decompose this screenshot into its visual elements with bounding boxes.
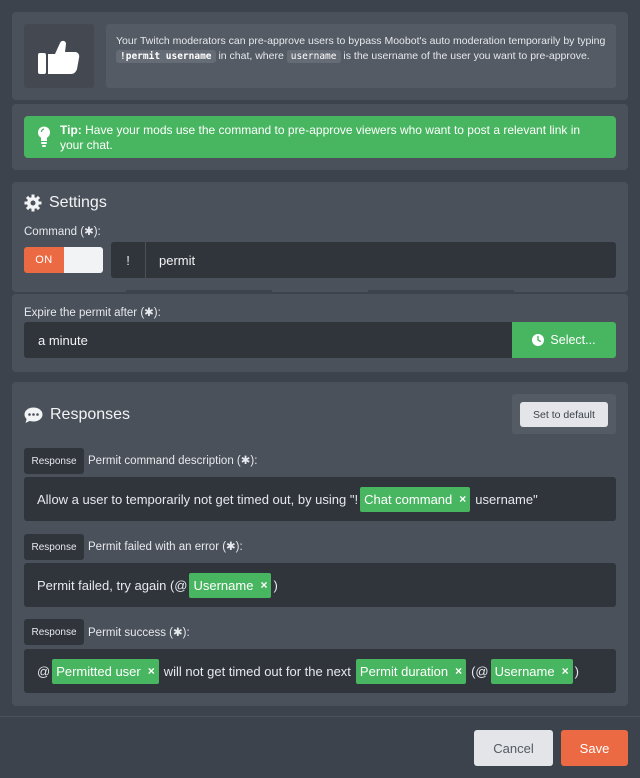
command-toggle[interactable]: ON xyxy=(24,247,103,273)
response-tag: Response xyxy=(24,534,84,560)
thumbs-up-icon xyxy=(24,24,94,88)
cancel-button[interactable]: Cancel xyxy=(474,730,553,766)
variable-chip[interactable]: Chat command × xyxy=(360,486,471,512)
default-button-wrapper: Set to default xyxy=(512,394,616,434)
response-label: Permit failed with an error (✱): xyxy=(88,541,243,553)
responses-heading: Responses xyxy=(24,406,130,424)
tip-panel: Tip: Have your mods use the command to p… xyxy=(12,104,628,170)
select-button[interactable]: Select... xyxy=(512,322,616,358)
select-label: Select... xyxy=(550,333,596,347)
close-icon[interactable]: × xyxy=(148,664,155,678)
response-text: @ xyxy=(37,663,51,679)
expire-input[interactable]: a minute xyxy=(24,322,512,358)
settings-title: Settings xyxy=(49,194,107,211)
save-button[interactable]: Save xyxy=(561,730,628,766)
variable-chip[interactable]: Permit duration × xyxy=(355,658,467,684)
chip-label: Chat command xyxy=(364,491,453,507)
response-text: username" xyxy=(475,491,538,507)
clock-icon xyxy=(532,334,545,346)
response-text: ) xyxy=(273,577,278,593)
command-value: permit xyxy=(159,252,196,268)
response-description-input[interactable]: Allow a user to temporarily not get time… xyxy=(24,477,616,521)
lightbulb-icon xyxy=(38,126,50,147)
response-label: Permit success (✱): xyxy=(88,627,190,639)
tip-label: Tip: xyxy=(60,123,82,137)
response-tag: Response xyxy=(24,619,84,645)
response-text: (@ xyxy=(471,663,489,679)
toggle-knob xyxy=(64,247,103,273)
expire-panel: Expire the permit after (✱): a minute Se… xyxy=(12,294,628,372)
responses-title: Responses xyxy=(50,406,131,423)
response-text: Permit failed, try again (@ xyxy=(37,577,188,593)
intro-panel: Your Twitch moderators can pre-approve u… xyxy=(12,12,628,100)
footer-divider xyxy=(0,716,640,717)
toggle-on-label: ON xyxy=(24,247,64,273)
response-text: Allow a user to temporarily not get time… xyxy=(37,491,359,507)
set-to-default-button[interactable]: Set to default xyxy=(520,402,608,427)
variable-chip[interactable]: Permitted user × xyxy=(52,658,159,684)
chip-label: Permitted user xyxy=(56,663,141,679)
close-icon[interactable]: × xyxy=(562,664,569,678)
intro-text-part: Your Twitch moderators can pre-approve u… xyxy=(116,35,606,47)
chip-label: Username xyxy=(494,663,555,679)
gear-icon xyxy=(24,194,42,212)
settings-panel: Settings Command (✱): ON ! permit xyxy=(12,182,628,292)
username-code: username xyxy=(286,50,341,63)
speech-bubble-icon xyxy=(24,407,43,423)
variable-chip[interactable]: Username × xyxy=(490,658,573,684)
intro-text-part: is the username of the user you want to … xyxy=(343,50,590,62)
close-icon[interactable]: × xyxy=(459,492,466,506)
response-tag: Response xyxy=(24,448,84,474)
chip-label: Permit duration xyxy=(359,663,449,679)
settings-heading: Settings xyxy=(24,194,107,212)
chip-label: Username xyxy=(193,577,254,593)
response-success-input[interactable]: @ Permitted user × will not get timed ou… xyxy=(24,649,616,693)
command-prefix: ! xyxy=(126,252,130,268)
intro-text: Your Twitch moderators can pre-approve u… xyxy=(106,24,616,88)
command-input[interactable]: ! permit xyxy=(111,242,616,278)
variable-chip[interactable]: Username × xyxy=(189,572,272,598)
responses-panel: Responses Set to default Response Permit… xyxy=(12,382,628,706)
expire-label: Expire the permit after (✱): xyxy=(24,307,161,319)
close-icon[interactable]: × xyxy=(455,664,462,678)
response-text: ) xyxy=(574,663,579,679)
response-failed-input[interactable]: Permit failed, try again (@ Username × ) xyxy=(24,563,616,607)
command-label: Command (✱): xyxy=(24,226,101,238)
response-text: will not get timed out for the next xyxy=(163,663,351,679)
permit-command-code: !permit username xyxy=(116,50,216,63)
response-label: Permit command description (✱): xyxy=(88,455,258,467)
tip-text: Have your mods use the command to pre-ap… xyxy=(60,123,581,152)
tip-banner: Tip: Have your mods use the command to p… xyxy=(24,116,616,158)
close-icon[interactable]: × xyxy=(260,578,267,592)
intro-text-part: in chat, where xyxy=(218,50,284,62)
